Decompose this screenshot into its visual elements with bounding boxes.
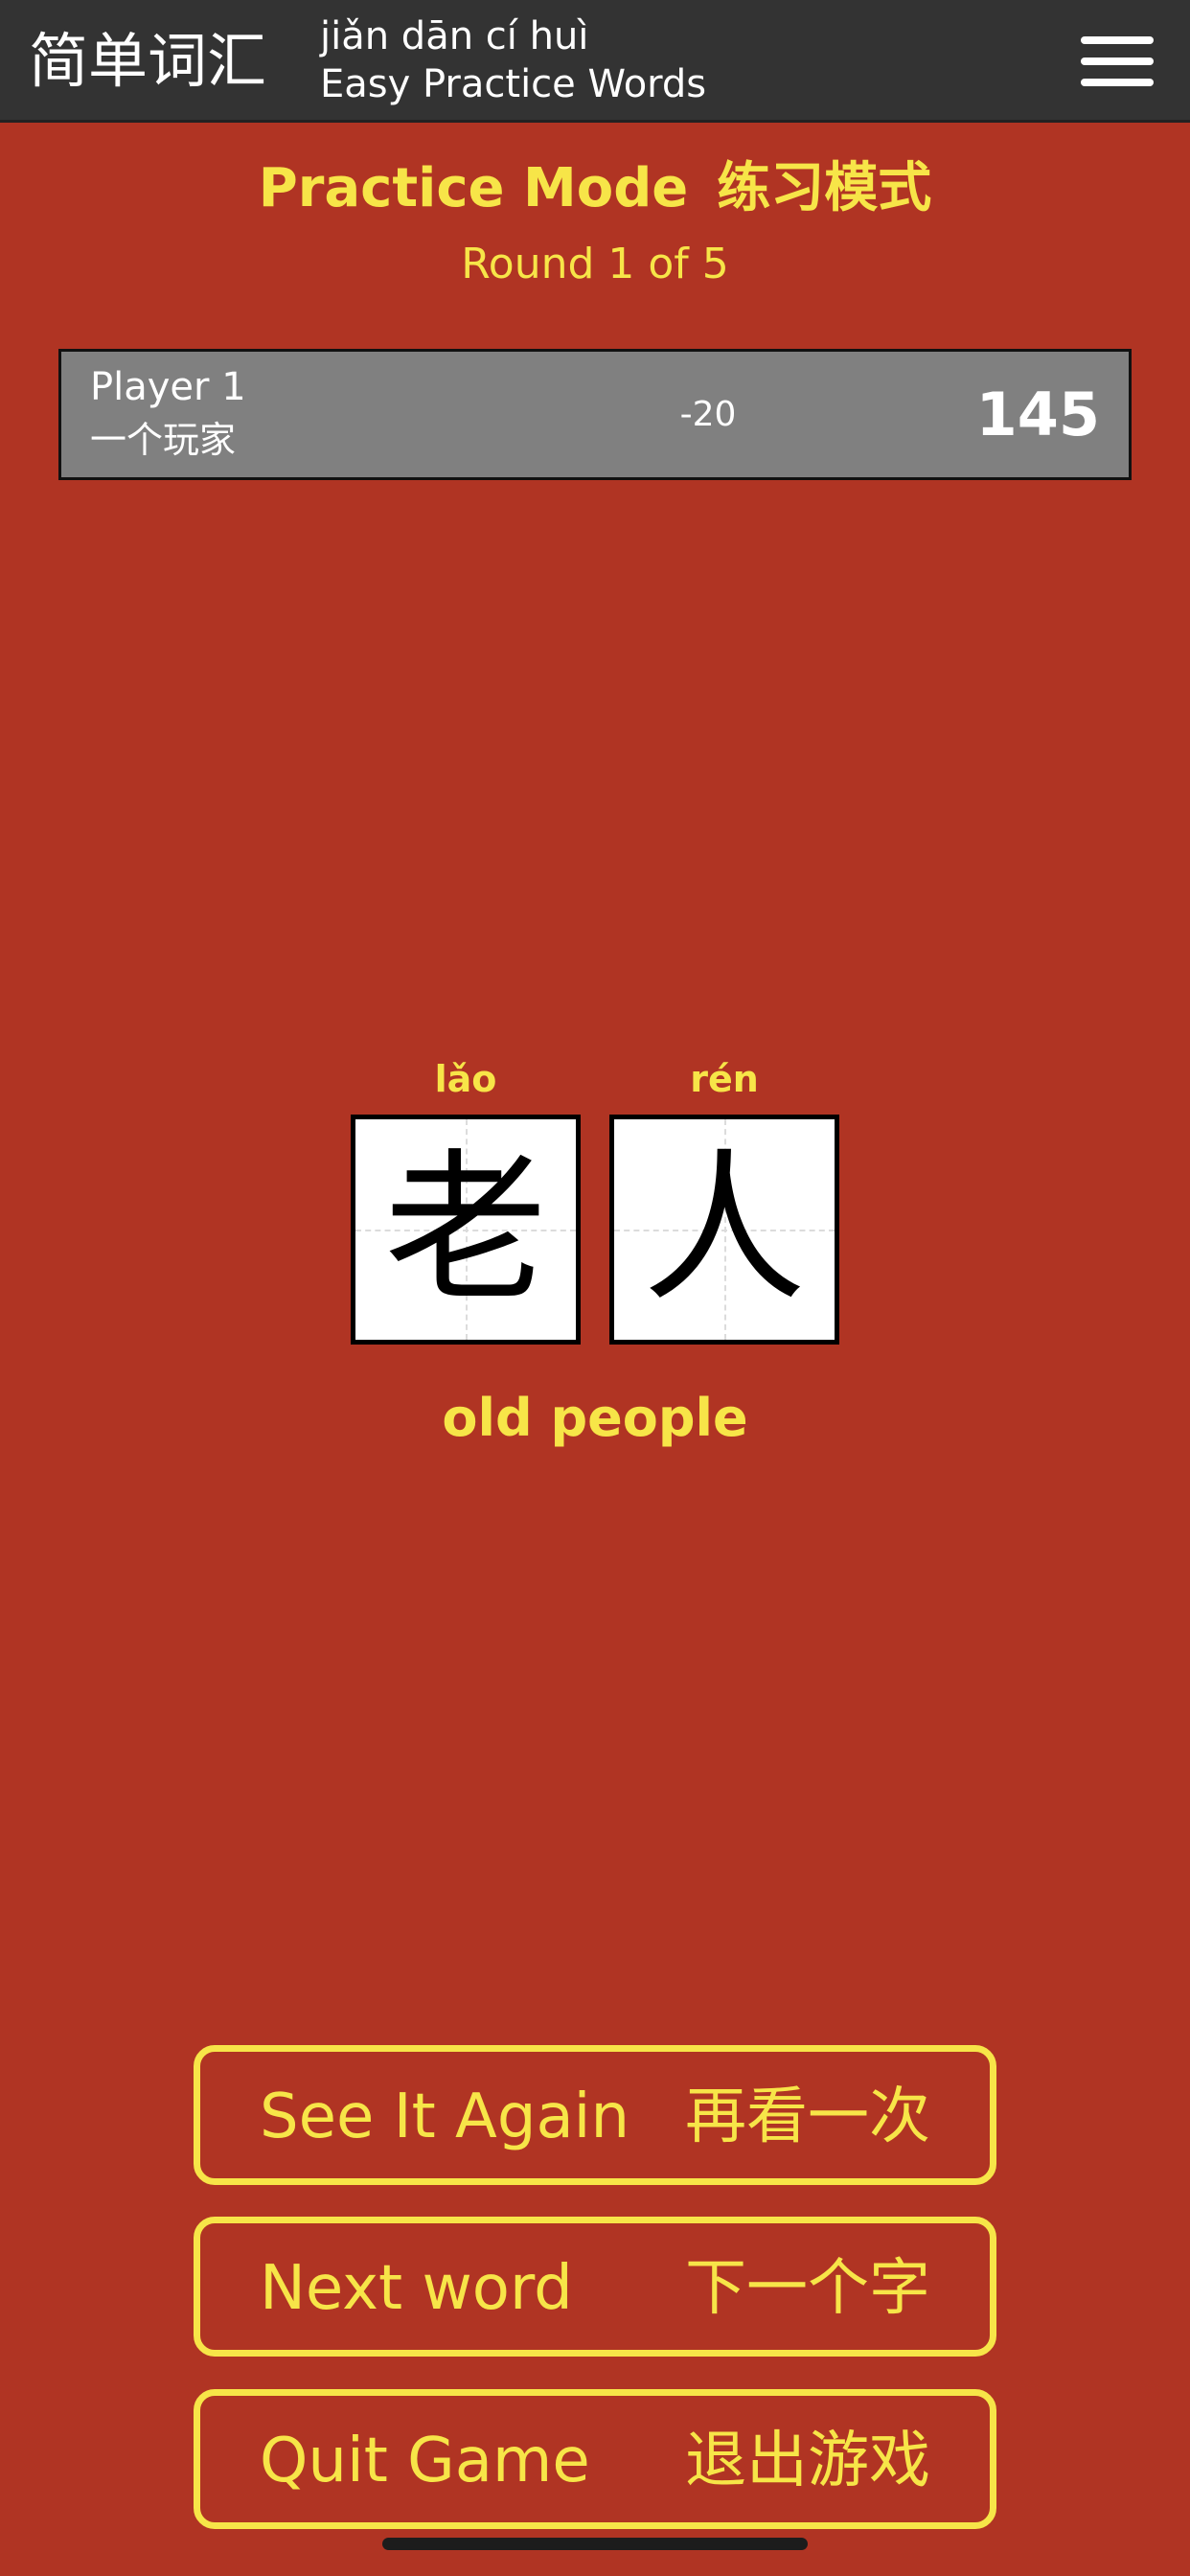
menu-bar: [1081, 36, 1154, 44]
quit-game-button[interactable]: Quit Game 退出游戏: [194, 2389, 996, 2529]
character-tile: 人: [609, 1115, 839, 1345]
menu-bar: [1081, 79, 1154, 86]
player-score: 145: [975, 380, 1100, 449]
character-glyph: 老: [383, 1135, 547, 1324]
app-title-pinyin: jiǎn dān cí huì: [320, 14, 589, 58]
mode-title-chinese: 练习模式: [717, 157, 932, 219]
button-label-chinese: 退出游戏: [685, 2426, 930, 2496]
character-tile: 老: [351, 1115, 581, 1345]
app-header: 简单词汇 jiǎn dān cí huì Easy Practice Words: [0, 0, 1190, 123]
mode-title: Practice Mode 练习模式: [0, 153, 1190, 224]
app-title-english: Easy Practice Words: [320, 62, 707, 106]
see-it-again-button[interactable]: See It Again 再看一次: [194, 2045, 996, 2185]
button-label-english: See It Again: [260, 2082, 629, 2152]
button-label-chinese: 再看一次: [685, 2082, 930, 2152]
character-pinyin: rén: [690, 1058, 759, 1100]
round-indicator: Round 1 of 5: [461, 240, 729, 288]
player-name: Player 1: [90, 365, 246, 409]
character-pinyin: lǎo: [434, 1058, 497, 1100]
hamburger-menu-icon[interactable]: [1071, 29, 1163, 96]
player-name-chinese: 一个玩家: [90, 419, 237, 461]
home-indicator[interactable]: [382, 2538, 808, 2550]
score-delta: -20: [679, 395, 737, 434]
menu-bar: [1081, 58, 1154, 65]
button-label-english: Quit Game: [260, 2426, 590, 2496]
player-score-card: Player 1 一个玩家 -20 145: [58, 349, 1132, 480]
button-label-chinese: 下一个字: [685, 2253, 930, 2324]
character-glyph: 人: [642, 1135, 806, 1324]
button-label-english: Next word: [260, 2253, 573, 2324]
app-title-chinese: 简单词汇: [29, 26, 267, 96]
mode-title-english: Practice Mode: [258, 157, 689, 219]
next-word-button[interactable]: Next word 下一个字: [194, 2217, 996, 2357]
word-meaning: old people: [442, 1388, 748, 1448]
